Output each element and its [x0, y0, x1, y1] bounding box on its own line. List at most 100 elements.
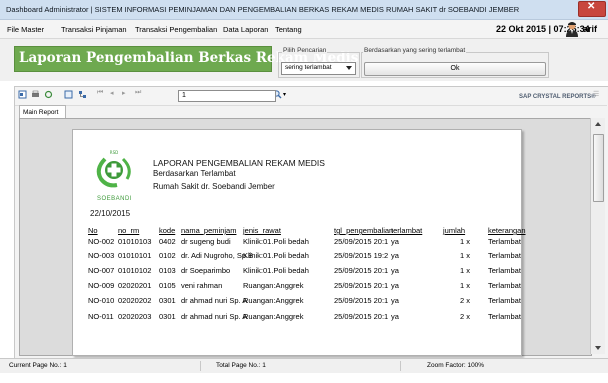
cell-jumlah: 2 x	[460, 312, 471, 321]
cell-terlambat: ya	[391, 296, 399, 305]
cell-jenis-rawat: Ruangan:Anggrek	[243, 281, 304, 290]
menu-transaksi-pengembalian[interactable]: Transaksi Pengembalian	[135, 25, 217, 34]
cell-tgl: 25/09/2015 20:1	[334, 296, 389, 305]
cell-kode: 0301	[159, 296, 176, 305]
cell-no: NO-010	[88, 296, 115, 305]
previous-page-icon[interactable]: ◂	[110, 89, 119, 98]
title-bar: Dashboard Administrator | SISTEM INFORMA…	[0, 0, 608, 20]
cell-keterangan: Terlambat	[488, 251, 521, 260]
cell-jenis-rawat: Klinik:01.Poli bedah	[243, 251, 309, 260]
column-header-kode: kode	[159, 226, 176, 235]
scroll-up-icon[interactable]	[595, 122, 601, 126]
cell-no-rm: 02020203	[118, 312, 152, 321]
cell-kode: 0103	[159, 266, 176, 275]
tab-main-report-label: Main Report	[23, 109, 59, 116]
menu-tentang[interactable]: Tentang	[275, 25, 302, 34]
cell-no-rm: 02020201	[118, 281, 152, 290]
svg-text:RSD: RSD	[110, 150, 118, 155]
cell-terlambat: ya	[391, 312, 399, 321]
page-number-input[interactable]: 1	[178, 90, 276, 102]
menu-data-laporan[interactable]: Data Laporan	[223, 25, 268, 34]
report-subtitle: Berdasarkan Terlambat	[153, 169, 236, 178]
next-page-icon[interactable]: ▸	[122, 89, 131, 98]
cell-tgl: 25/09/2015 19:2	[334, 251, 389, 260]
ok-button-label: Ok	[450, 65, 460, 72]
cell-tgl: 25/09/2015 20:1	[334, 266, 389, 275]
menu-file-master[interactable]: File Master	[7, 25, 44, 34]
cell-jenis-rawat: Ruangan:Anggrek	[243, 296, 304, 305]
last-page-icon[interactable]: ⏭	[135, 89, 144, 98]
column-header-no: No	[88, 226, 98, 235]
logo-text: SOEBANDI	[97, 196, 133, 202]
cell-nama: veni rahman	[181, 281, 223, 290]
status-current-page: Current Page No.: 1	[9, 362, 67, 369]
status-zoom: Zoom Factor: 100%	[427, 362, 485, 369]
report-hospital: Rumah Sakit dr. Soebandi Jember	[153, 182, 275, 191]
cell-keterangan: Terlambat	[488, 281, 521, 290]
cell-no: NO-009	[88, 281, 115, 290]
cell-nama: dr ahmad nuri Sp. A	[181, 296, 248, 305]
cell-jenis-rawat: Klinik:01.Poli bedah	[243, 237, 309, 246]
user-avatar-icon	[566, 22, 578, 37]
cell-keterangan: Terlambat	[488, 312, 521, 321]
cell-tgl: 25/09/2015 20:1	[334, 237, 389, 246]
column-header-keterangan: keterangan	[488, 226, 526, 235]
close-icon: ✕	[587, 1, 596, 12]
cell-tgl: 25/09/2015 20:1	[334, 312, 389, 321]
cell-kode: 0301	[159, 312, 176, 321]
status-bar: Current Page No.: 1 Total Page No.: 1 Zo…	[0, 358, 608, 373]
scroll-down-icon[interactable]	[595, 346, 601, 350]
report-date: 22/10/2015	[90, 209, 131, 218]
cell-keterangan: Terlambat	[488, 237, 521, 246]
refresh-icon[interactable]	[44, 90, 53, 99]
cell-jumlah: 2 x	[460, 296, 471, 305]
user-name: arif	[583, 24, 598, 34]
frequent-label: Berdasarkan yang sering terlambat	[363, 47, 467, 54]
cell-no-rm: 01010102	[118, 266, 152, 275]
column-header-jenis-rawat: jenis_rawat	[243, 226, 281, 235]
ok-button[interactable]: Ok	[364, 62, 546, 76]
cell-no: NO-011	[88, 312, 114, 321]
cell-keterangan: Terlambat	[488, 296, 521, 305]
status-divider	[200, 361, 201, 371]
cell-terlambat: ya	[391, 237, 399, 246]
cell-kode: 0105	[159, 281, 176, 290]
close-button[interactable]: ✕	[578, 1, 606, 17]
cell-jumlah: 1 x	[460, 237, 471, 246]
cell-no: NO-007	[88, 266, 115, 275]
vertical-scrollbar[interactable]	[590, 118, 605, 354]
brand-label: SAP CRYSTAL REPORTS®	[519, 94, 596, 100]
first-page-icon[interactable]: ⏮	[97, 89, 106, 98]
cell-no-rm: 02020202	[118, 296, 152, 305]
column-header-no-rm: no_rm	[118, 226, 140, 235]
cell-no-rm: 01010103	[118, 237, 152, 246]
window-title: Dashboard Administrator | SISTEM INFORMA…	[6, 5, 520, 14]
print-icon[interactable]	[31, 90, 40, 99]
cell-no-rm: 01010101	[118, 251, 152, 260]
cell-nama: dr Soeparimbo	[181, 266, 231, 275]
cell-kode: 0102	[159, 251, 176, 260]
export-icon[interactable]	[18, 90, 27, 99]
cell-nama: dr sugeng budi	[181, 237, 231, 246]
tab-main-report[interactable]: Main Report	[19, 105, 66, 119]
chevron-down-icon	[346, 66, 352, 70]
toggle-group-tree-icon[interactable]	[64, 90, 73, 99]
column-header-nama-peminjam: nama_peminjam	[181, 226, 237, 235]
toggle-parameter-panel-icon[interactable]	[78, 90, 87, 99]
cell-jumlah: 1 x	[460, 281, 471, 290]
cell-jenis-rawat: Ruangan:Anggrek	[243, 312, 304, 321]
cell-terlambat: ya	[391, 251, 399, 260]
search-select[interactable]: sering terlambat	[281, 62, 356, 75]
cell-jenis-rawat: Klinik:01.Poli bedah	[243, 266, 309, 275]
menu-transaksi-pinjaman[interactable]: Transaksi Pinjaman	[61, 25, 127, 34]
zoom-dropdown-icon[interactable]: ▾	[283, 91, 286, 98]
scroll-thumb[interactable]	[593, 134, 604, 202]
cell-no: NO-002	[88, 237, 115, 246]
status-divider	[400, 361, 401, 371]
status-total-page: Total Page No.: 1	[216, 362, 266, 369]
search-label: Pilih Pencarian	[282, 47, 328, 54]
cell-jumlah: 1 x	[460, 251, 471, 260]
cell-no: NO-003	[88, 251, 115, 260]
hospital-logo-icon: RSD	[96, 150, 131, 188]
cell-terlambat: ya	[391, 266, 399, 275]
